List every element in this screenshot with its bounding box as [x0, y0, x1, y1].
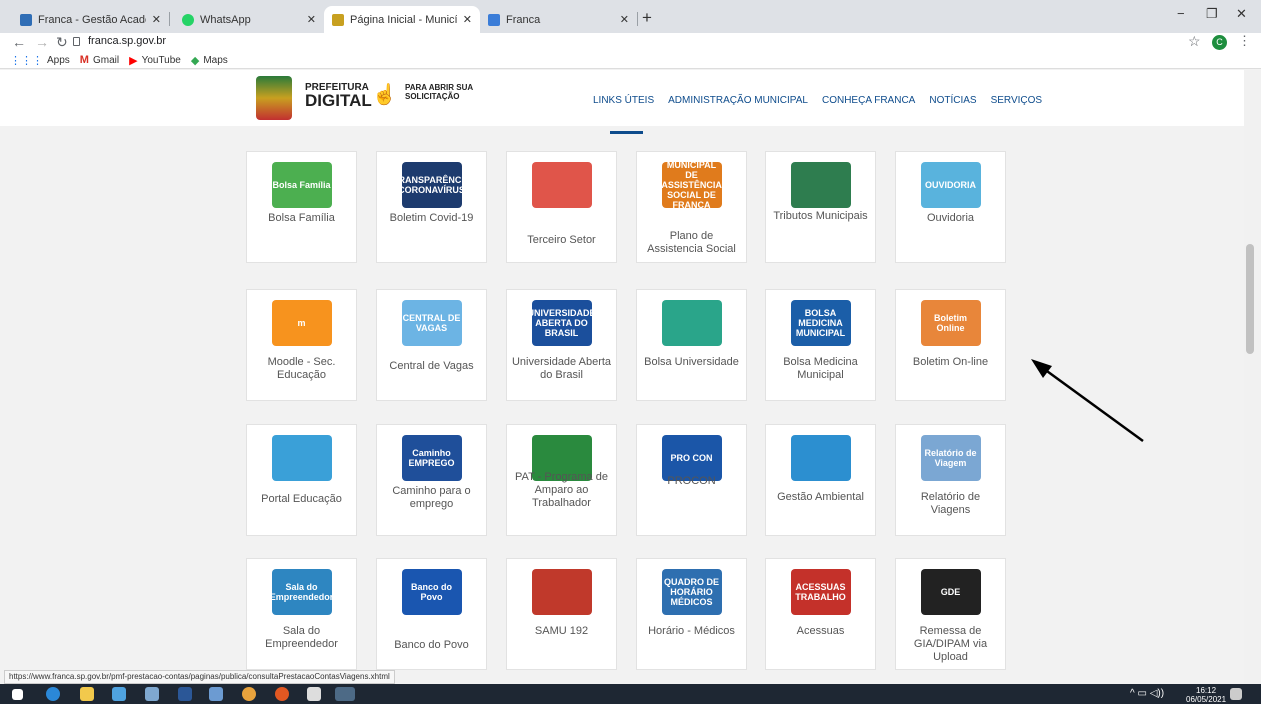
clock-date: 06/05/2021 — [1186, 695, 1227, 704]
file-explorer-icon[interactable] — [80, 687, 94, 701]
clock[interactable]: 16:12 06/05/2021 — [1186, 686, 1226, 704]
chrome-icon[interactable] — [242, 687, 256, 701]
edge-icon[interactable] — [46, 687, 60, 701]
notifications-icon[interactable] — [1230, 688, 1242, 700]
word-icon[interactable] — [178, 687, 192, 701]
firefox-icon[interactable] — [275, 687, 289, 701]
app-icon[interactable] — [209, 687, 223, 701]
clock-time: 16:12 — [1196, 686, 1217, 695]
windows-taskbar: ^ ▭ ◁)) 16:12 06/05/2021 — [0, 684, 1261, 704]
mail-icon[interactable] — [307, 687, 321, 701]
start-icon[interactable] — [12, 689, 23, 700]
system-tray-icons[interactable]: ^ ▭ ◁)) — [1130, 688, 1164, 699]
page-scrollbar[interactable] — [1244, 70, 1261, 684]
scrollbar-thumb[interactable] — [1246, 244, 1254, 354]
app-icon[interactable] — [145, 687, 159, 701]
annotation-arrow — [1031, 359, 1144, 443]
chrome-active-icon[interactable] — [335, 687, 355, 701]
status-url: https://www.franca.sp.gov.br/pmf-prestac… — [4, 670, 395, 684]
app-icon[interactable] — [112, 687, 126, 701]
